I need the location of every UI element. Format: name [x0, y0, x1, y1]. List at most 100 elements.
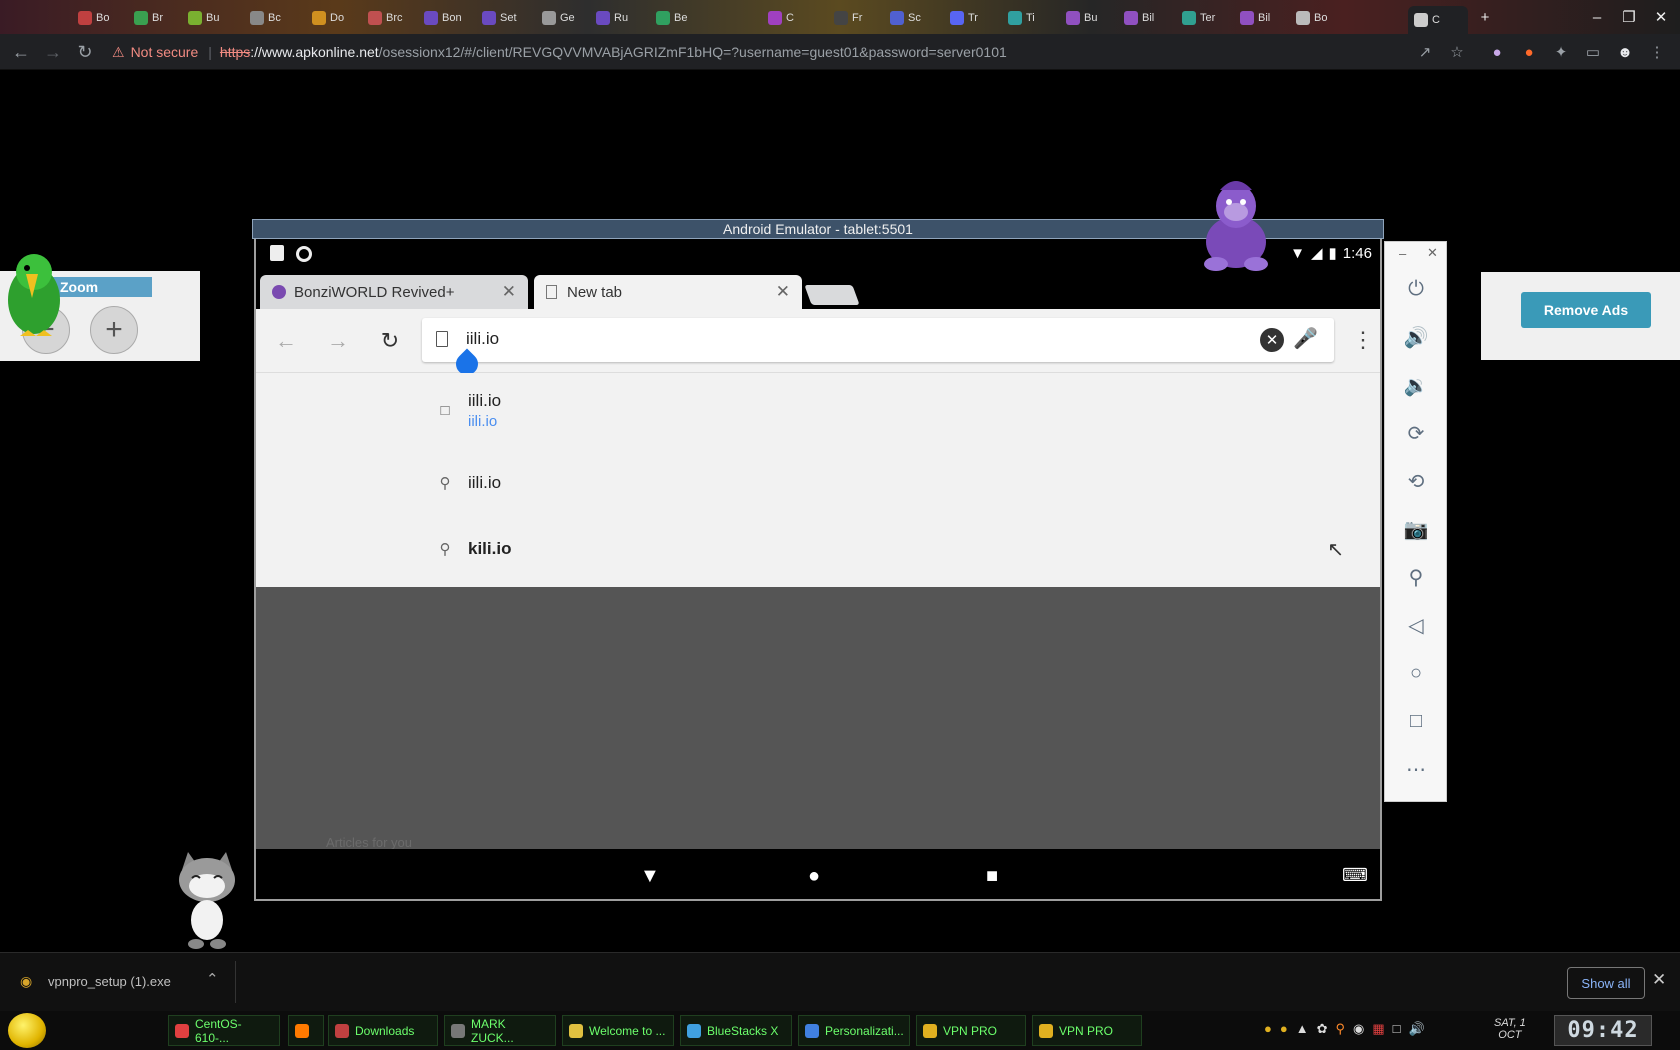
browser-tab[interactable]: Bu [1060, 6, 1120, 30]
taskbar-clock[interactable]: 09:42 [1554, 1015, 1652, 1046]
tab-bonziworld[interactable]: BonziWORLD Revived+ ✕ [260, 275, 528, 309]
profile-avatar-icon[interactable]: ☻ [1612, 39, 1638, 65]
fill-query-arrow-icon[interactable]: ↖ [1327, 537, 1344, 562]
address-bar[interactable]: ⚠ Not secure | https://www.apkonline.net… [112, 39, 1452, 65]
extensions-puzzle-icon[interactable]: ✦ [1548, 39, 1574, 65]
microphone-icon[interactable]: 🎤 [1293, 326, 1318, 351]
volume-tray-icon[interactable]: 🔊 [1409, 1021, 1425, 1037]
browser-tab[interactable]: Bil [1234, 6, 1294, 30]
suggestion-item[interactable]: ⚲ kili.io ↖ [436, 539, 1345, 561]
browser-tab[interactable]: Brc [362, 6, 422, 30]
keyboard-icon[interactable]: ⌨ [1342, 865, 1368, 886]
camera-icon[interactable]: 📷 [1401, 514, 1431, 544]
omnibox-input[interactable]: iili.io [466, 329, 499, 349]
close-tab-icon[interactable]: ✕ [776, 282, 790, 302]
taskbar-item[interactable]: BlueStacks X [680, 1015, 792, 1046]
app-tray-icon[interactable]: ✿ [1317, 1021, 1328, 1037]
close-window-button[interactable]: ✕ [1644, 0, 1678, 34]
bookmark-star-icon[interactable]: ☆ [1444, 39, 1470, 65]
monitor-tray-icon[interactable]: □ [1393, 1021, 1401, 1037]
clear-icon[interactable]: ✕ [1260, 328, 1284, 352]
browser-tab[interactable]: C [762, 6, 822, 30]
zoom-icon[interactable]: ⚲ [1401, 562, 1431, 592]
back-icon[interactable]: ← [272, 327, 300, 355]
browser-tab[interactable]: Do [306, 6, 366, 30]
taskbar-item[interactable]: Personalizati... [798, 1015, 910, 1046]
browser-tab[interactable]: Ti [1002, 6, 1062, 30]
browser-tab[interactable]: Bu [182, 6, 242, 30]
suggestion-item[interactable]: ⚲ iili.io [436, 473, 1336, 493]
panel-close-icon[interactable]: ✕ [1427, 245, 1438, 261]
maximize-button[interactable]: ❐ [1612, 0, 1646, 34]
taskbar-item[interactable]: MARK ZUCK... [444, 1015, 556, 1046]
taskbar-item[interactable]: VPN PRO [1032, 1015, 1142, 1046]
vpn-tray-icon[interactable]: ● [1280, 1021, 1288, 1037]
vpn-tray-icon[interactable]: ● [1264, 1021, 1272, 1037]
download-filename[interactable]: vpnpro_setup (1).exe [48, 974, 171, 989]
new-tab-button[interactable] [804, 285, 860, 305]
status-tray-icon[interactable]: ◉ [1353, 1021, 1364, 1037]
browser-tab-label: Bil [1258, 12, 1271, 24]
reload-icon[interactable]: ↻ [376, 327, 404, 355]
recents-square-icon[interactable]: ■ [986, 865, 998, 888]
close-download-bar-icon[interactable]: ✕ [1652, 970, 1666, 990]
divider [235, 961, 236, 1003]
taskbar-item[interactable]: VPN PRO [916, 1015, 1026, 1046]
browser-tab[interactable]: Br [128, 6, 188, 30]
browser-tab[interactable]: Bo [1290, 6, 1350, 30]
back-icon[interactable]: ← [8, 39, 34, 65]
browser-tab[interactable]: Ter [1176, 6, 1236, 30]
browser-tab[interactable]: Sc [884, 6, 944, 30]
remove-ads-button[interactable]: Remove Ads [1521, 292, 1651, 328]
browser-tab[interactable]: Bc [244, 6, 304, 30]
home-icon[interactable]: ○ [1401, 658, 1431, 688]
show-all-button[interactable]: Show all [1567, 967, 1645, 999]
forward-icon[interactable]: → [324, 327, 352, 355]
taskbar-item[interactable]: Welcome to ... [562, 1015, 674, 1046]
back-icon[interactable]: ◁ [1401, 610, 1431, 640]
start-button[interactable] [8, 1013, 46, 1048]
browser-tab[interactable]: Fr [828, 6, 888, 30]
zoom-in-button[interactable]: + [90, 306, 138, 354]
browser-tab[interactable]: Set [476, 6, 536, 30]
browser-tab[interactable]: Bo [72, 6, 132, 30]
rotate-left-icon[interactable]: ⟳ [1401, 418, 1431, 448]
power-icon[interactable]: ⏻ [1401, 274, 1431, 304]
overview-icon[interactable]: □ [1401, 706, 1431, 736]
search-tray-icon[interactable]: ⚲ [1336, 1021, 1346, 1037]
home-circle-icon[interactable]: ● [808, 865, 820, 888]
suggestion-item[interactable]: □ iili.io iili.io [436, 391, 1336, 430]
reload-icon[interactable]: ↻ [72, 39, 98, 65]
more-icon[interactable]: ⋯ [1401, 754, 1431, 784]
share-icon[interactable]: ↗ [1412, 39, 1438, 65]
volume-down-icon[interactable]: 🔉 [1401, 370, 1431, 400]
close-tab-icon[interactable]: ✕ [502, 282, 516, 302]
new-tab-button[interactable]: + [1468, 0, 1502, 34]
omnibox[interactable]: iili.io ✕ 🎤 [422, 318, 1334, 362]
minimize-button[interactable]: – [1580, 0, 1614, 34]
taskbar-item[interactable]: CentOS-610-... [168, 1015, 280, 1046]
rotate-right-icon[interactable]: ⟲ [1401, 466, 1431, 496]
taskbar-item[interactable] [288, 1015, 324, 1046]
browser-tab[interactable]: C [1408, 6, 1468, 34]
browser-tab[interactable]: Bil [1118, 6, 1178, 30]
chrome-menu-icon[interactable]: ⋮ [1352, 327, 1374, 357]
chevron-up-icon[interactable]: ⌃ [206, 970, 219, 988]
browser-tab[interactable]: Bon [418, 6, 478, 30]
browser-tab[interactable]: Ge [536, 6, 596, 30]
tab-new-tab[interactable]: New tab ✕ [534, 275, 802, 309]
firefox-extension-icon[interactable]: ● [1516, 39, 1542, 65]
forward-icon[interactable]: → [40, 39, 66, 65]
side-panel-icon[interactable]: ▭ [1580, 39, 1606, 65]
app-tray-icon[interactable]: ▲ [1296, 1021, 1309, 1037]
taskbar-item[interactable]: Downloads [328, 1015, 438, 1046]
browser-menu-icon[interactable]: ⋮ [1644, 39, 1670, 65]
volume-up-icon[interactable]: 🔊 [1401, 322, 1431, 352]
back-triangle-icon[interactable]: ▼ [640, 865, 660, 888]
browser-tab[interactable]: Tr [944, 6, 1004, 30]
browser-tab[interactable]: Ru [590, 6, 650, 30]
network-tray-icon[interactable]: ▦ [1372, 1021, 1384, 1037]
browser-tab[interactable]: Be [650, 6, 710, 30]
extension-icon[interactable]: ● [1484, 39, 1510, 65]
panel-minimize-icon[interactable]: – [1399, 246, 1406, 261]
